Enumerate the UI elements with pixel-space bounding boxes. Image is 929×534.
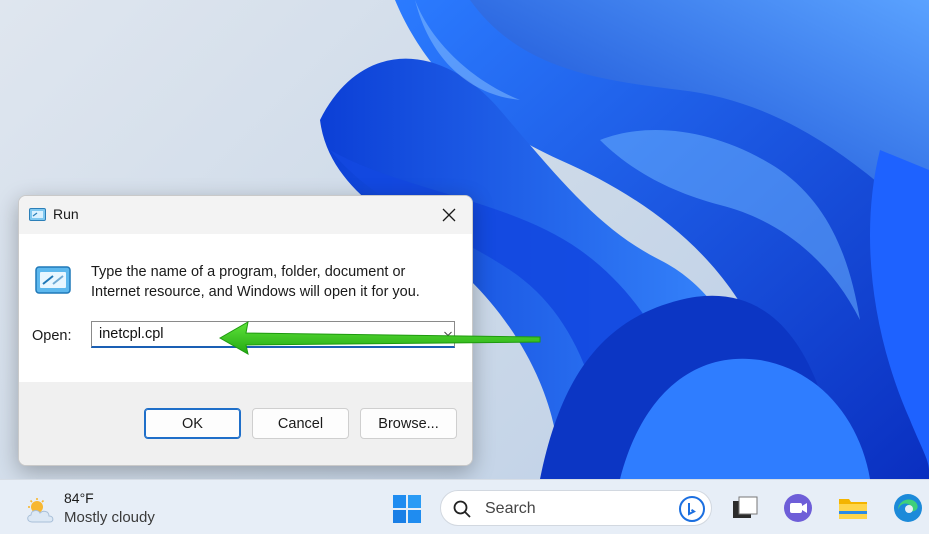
weather-temperature: 84°F <box>64 490 94 506</box>
dialog-description: Type the name of a program, folder, docu… <box>91 264 420 300</box>
file-explorer-icon[interactable] <box>837 492 869 524</box>
dialog-footer: OK Cancel Browse... <box>19 382 472 465</box>
search-placeholder: Search <box>485 500 536 517</box>
windows-start-icon[interactable] <box>392 494 422 524</box>
ok-button[interactable]: OK <box>144 408 241 439</box>
edge-icon[interactable] <box>892 492 924 524</box>
cancel-button[interactable]: Cancel <box>252 408 349 439</box>
open-input[interactable] <box>91 321 455 348</box>
teams-chat-icon[interactable] <box>782 492 814 524</box>
bing-chat-icon[interactable] <box>679 496 705 522</box>
run-icon <box>29 208 46 221</box>
weather-condition: Mostly cloudy <box>64 509 155 526</box>
task-view-icon[interactable] <box>729 492 761 524</box>
close-icon <box>442 208 456 222</box>
search-icon <box>453 500 471 518</box>
partly-cloudy-icon <box>27 498 54 523</box>
taskbar-search[interactable]: Search <box>440 490 712 526</box>
browse-button[interactable]: Browse... <box>360 408 457 439</box>
close-button[interactable] <box>426 196 472 234</box>
dialog-titlebar[interactable]: Run <box>19 196 472 234</box>
run-dialog: Run Type the name of a program, folder, … <box>18 195 473 466</box>
open-label: Open: <box>32 328 72 344</box>
dialog-content: Type the name of a program, folder, docu… <box>19 234 472 382</box>
run-program-icon <box>35 266 71 294</box>
chevron-down-icon[interactable] <box>444 330 452 338</box>
taskbar: 84°F Mostly cloudy Search <box>0 479 929 534</box>
dialog-title: Run <box>53 206 79 222</box>
